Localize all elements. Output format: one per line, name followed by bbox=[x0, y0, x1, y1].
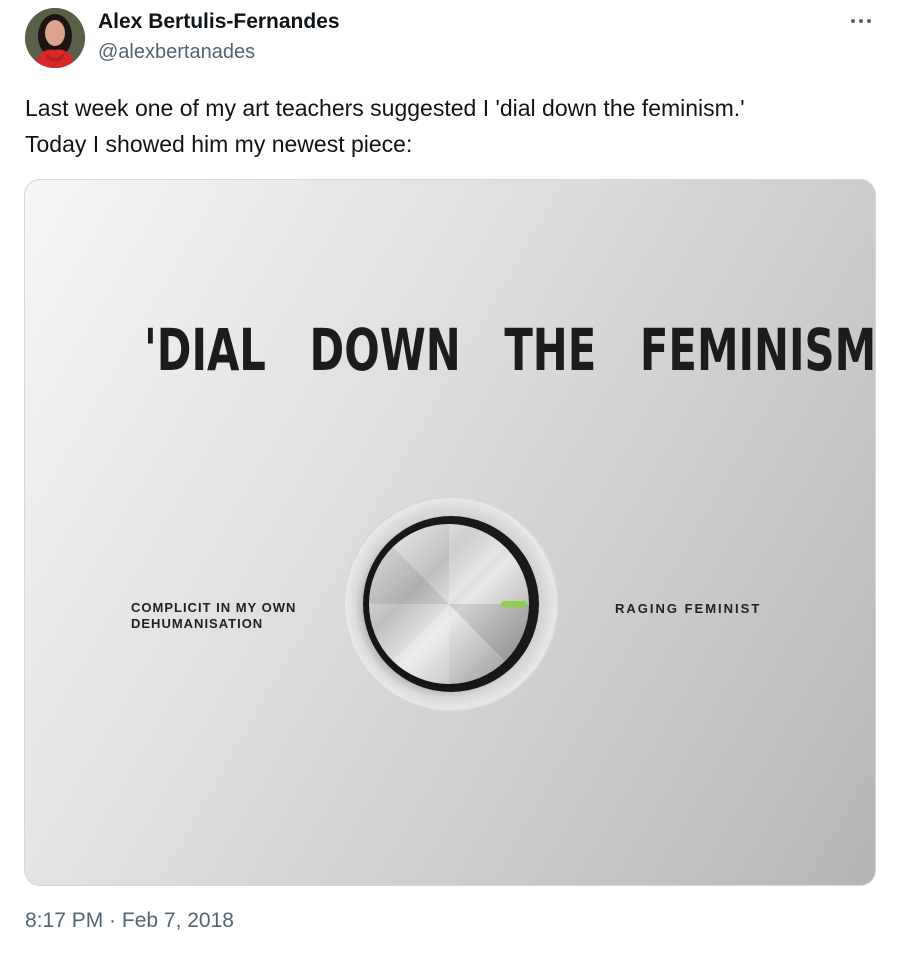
dial-indicator bbox=[501, 601, 527, 607]
dial-left-label: COMPLICIT IN MY OWN DEHUMANISATION bbox=[131, 600, 351, 632]
dial-right-label: RAGING FEMINIST bbox=[615, 601, 762, 616]
tweet-timestamp[interactable]: 8:17 PM · Feb 7, 2018 bbox=[25, 909, 234, 933]
more-options-button[interactable] bbox=[843, 8, 879, 34]
author-display-name[interactable]: Alex Bertulis-Fernandes bbox=[98, 10, 340, 34]
tweet-text: Last week one of my art teachers suggest… bbox=[25, 90, 875, 162]
dial-left-label-line-1: COMPLICIT IN MY OWN bbox=[131, 600, 297, 615]
avatar[interactable] bbox=[25, 8, 85, 68]
more-horizontal-icon bbox=[851, 19, 871, 23]
artwork-title: 'DIAL DOWN THE FEMINISM' bbox=[144, 316, 876, 384]
author-handle[interactable]: @alexbertanades bbox=[98, 41, 255, 64]
tweet-text-line-2: Today I showed him my newest piece: bbox=[25, 131, 413, 157]
tweet-media-image[interactable]: 'DIAL DOWN THE FEMINISM' COMPLICIT IN MY… bbox=[24, 179, 876, 886]
avatar-image bbox=[25, 8, 85, 68]
dial-knob-graphic bbox=[343, 496, 559, 712]
tweet-text-line-1: Last week one of my art teachers suggest… bbox=[25, 95, 745, 121]
dial-left-label-line-2: DEHUMANISATION bbox=[131, 616, 264, 631]
